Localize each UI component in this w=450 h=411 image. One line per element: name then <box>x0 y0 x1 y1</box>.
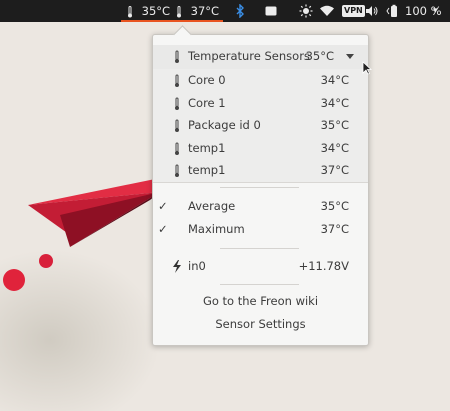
sensor-item[interactable]: Package id 0 35°C <box>153 114 368 137</box>
temperature-sensors-value: 35°C <box>305 49 334 63</box>
sensor-item[interactable]: Core 1 34°C <box>153 91 368 115</box>
menu-separator <box>220 284 299 285</box>
sensor-list: Core 0 34°C Core 1 34°C Package id 0 35°… <box>153 69 368 183</box>
sensor-label: Package id 0 <box>188 118 261 132</box>
sensor-settings-item[interactable]: Sensor Settings <box>153 314 368 334</box>
sensor-label: Core 1 <box>188 95 226 110</box>
menu-separator <box>220 248 299 249</box>
indicator-temp-2: 37°C <box>176 0 219 22</box>
voltage-label: in0 <box>188 259 206 273</box>
top-bar: 35°C 37°C VPN 100 % ▾ <box>0 0 450 22</box>
sensor-item[interactable]: temp1 37°C <box>153 159 368 182</box>
bluetooth-icon[interactable] <box>235 4 245 18</box>
checkmark-icon: ✓ <box>158 222 168 236</box>
average-value: 35°C <box>320 199 349 213</box>
sensor-value: 37°C <box>320 163 349 177</box>
paper-plane-wallpaper <box>3 178 160 291</box>
volume-icon[interactable] <box>366 5 378 17</box>
checkmark-icon: ✓ <box>158 199 168 213</box>
freon-indicator[interactable]: 35°C 37°C <box>121 0 223 22</box>
battery-icon[interactable] <box>386 4 400 18</box>
thermometer-icon <box>175 164 179 177</box>
thermometer-icon <box>175 142 179 155</box>
sensor-value: 34°C <box>320 140 349 155</box>
sensor-value: 35°C <box>320 118 349 132</box>
system-menu-arrow-icon[interactable]: ▾ <box>433 0 438 22</box>
indicator-temp-1: 35°C <box>127 0 170 22</box>
temperature-sensors-label: Temperature Sensors <box>188 49 310 63</box>
thermometer-icon <box>128 5 132 17</box>
thermometer-icon <box>175 97 179 110</box>
voltage-item[interactable]: in0 +11.78V <box>153 255 368 278</box>
average-label: Average <box>188 199 236 213</box>
voltage-value: +11.78V <box>298 259 349 273</box>
sensor-value: 34°C <box>320 73 349 87</box>
sensor-label: Core 0 <box>188 73 226 87</box>
freon-wiki-link[interactable]: Go to the Freon wiki <box>153 291 368 311</box>
sensor-item[interactable]: temp1 34°C <box>153 136 368 160</box>
menu-separator <box>220 187 299 188</box>
thermometer-icon <box>175 74 179 87</box>
keyboard-icon[interactable] <box>265 6 277 16</box>
freon-menu: Temperature Sensors 35°C Core 0 34°C Cor… <box>152 34 369 346</box>
expand-arrow-icon <box>346 54 354 59</box>
wifi-icon[interactable] <box>320 5 334 16</box>
lightning-icon <box>173 260 181 273</box>
average-item[interactable]: ✓ Average 35°C <box>153 195 368 218</box>
sensor-label: temp1 <box>188 163 226 177</box>
maximum-value: 37°C <box>320 222 349 236</box>
maximum-item[interactable]: ✓ Maximum 37°C <box>153 218 368 241</box>
sensor-item[interactable]: Core 0 34°C <box>153 69 368 92</box>
indicator-temp-2-value: 37°C <box>190 4 220 18</box>
mouse-cursor-icon <box>362 61 372 75</box>
thermometer-icon <box>175 50 179 63</box>
active-indicator-underline <box>121 20 223 22</box>
maximum-label: Maximum <box>188 222 245 236</box>
brightness-icon[interactable] <box>299 4 313 18</box>
vpn-icon[interactable]: VPN <box>342 5 365 17</box>
sensor-value: 34°C <box>320 95 349 110</box>
sensor-label: temp1 <box>188 140 226 155</box>
indicator-temp-1-value: 35°C <box>141 4 171 18</box>
temperature-sensors-header[interactable]: Temperature Sensors 35°C <box>153 45 368 70</box>
thermometer-icon <box>175 119 179 132</box>
thermometer-icon <box>177 5 181 17</box>
